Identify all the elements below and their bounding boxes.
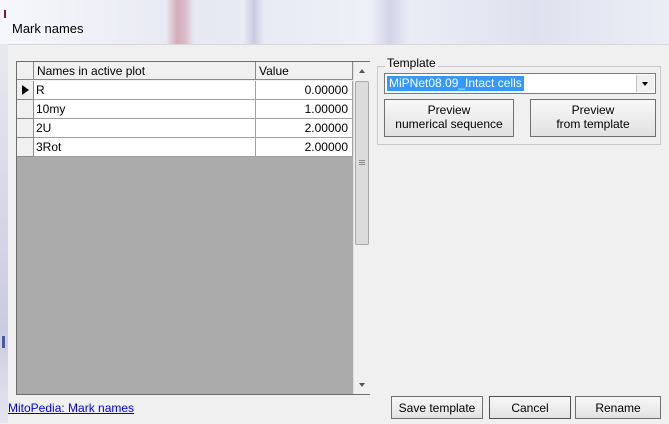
preview-numerical-sequence-button[interactable]: Preview numerical sequence bbox=[384, 99, 514, 137]
template-select[interactable]: MiPNet08.09_Intact cells bbox=[384, 73, 656, 94]
column-header-names[interactable]: Names in active plot bbox=[34, 62, 256, 80]
preview-from-template-button[interactable]: Preview from template bbox=[530, 99, 656, 137]
title-bar: Mark names bbox=[0, 0, 669, 44]
background-smear bbox=[166, 0, 194, 44]
value-cell[interactable]: 2.00000 bbox=[256, 138, 353, 157]
current-row-arrow-icon bbox=[22, 85, 29, 95]
button-label-line1: Preview bbox=[571, 103, 615, 117]
value-cell[interactable]: 1.00000 bbox=[256, 100, 353, 119]
template-group-label: Template bbox=[385, 56, 438, 70]
names-grid[interactable]: Names in active plot Value R 0.00000 10m… bbox=[16, 61, 371, 395]
grip-icon bbox=[359, 160, 365, 166]
chevron-down-icon bbox=[359, 383, 365, 387]
table-row[interactable]: 10my 1.00000 bbox=[17, 100, 353, 119]
background-smear bbox=[244, 0, 264, 44]
dropdown-button[interactable] bbox=[636, 75, 654, 92]
value-cell[interactable]: 2.00000 bbox=[256, 119, 353, 138]
chevron-down-icon bbox=[642, 82, 648, 86]
window-corner-mark bbox=[4, 10, 6, 18]
scroll-down-button[interactable] bbox=[354, 377, 371, 394]
chevron-up-icon bbox=[359, 69, 365, 73]
name-cell[interactable]: 3Rot bbox=[34, 138, 256, 157]
scroll-thumb[interactable] bbox=[355, 81, 369, 245]
header-corner bbox=[17, 62, 34, 80]
row-indicator bbox=[17, 119, 34, 138]
row-indicator bbox=[17, 138, 34, 157]
button-label-line1: Preview bbox=[427, 103, 471, 117]
window-title: Mark names bbox=[12, 21, 84, 36]
scroll-up-button[interactable] bbox=[354, 62, 371, 79]
left-window-edge bbox=[0, 44, 8, 423]
button-label-line2: from template bbox=[556, 117, 630, 131]
grid-header: Names in active plot Value bbox=[17, 62, 353, 81]
value-cell[interactable]: 0.00000 bbox=[256, 81, 353, 100]
row-indicator bbox=[17, 81, 34, 100]
background-smear bbox=[370, 0, 410, 44]
cancel-button[interactable]: Cancel bbox=[489, 396, 571, 419]
name-cell[interactable]: 2U bbox=[34, 119, 256, 138]
name-cell[interactable]: 10my bbox=[34, 100, 256, 119]
save-template-button[interactable]: Save template bbox=[391, 396, 483, 419]
mitopedia-help-link[interactable]: MitoPedia: Mark names bbox=[8, 401, 134, 415]
table-row[interactable]: R 0.00000 bbox=[17, 81, 353, 100]
column-header-value[interactable]: Value bbox=[256, 62, 353, 80]
name-cell[interactable]: R bbox=[34, 81, 256, 100]
button-label-line2: numerical sequence bbox=[395, 117, 503, 131]
table-row[interactable]: 2U 2.00000 bbox=[17, 119, 353, 138]
grid-vertical-scrollbar[interactable] bbox=[353, 62, 371, 394]
row-indicator bbox=[17, 100, 34, 119]
template-selected-value: MiPNet08.09_Intact cells bbox=[387, 76, 524, 91]
table-row[interactable]: 3Rot 2.00000 bbox=[17, 138, 353, 157]
rename-button[interactable]: Rename bbox=[575, 396, 661, 419]
